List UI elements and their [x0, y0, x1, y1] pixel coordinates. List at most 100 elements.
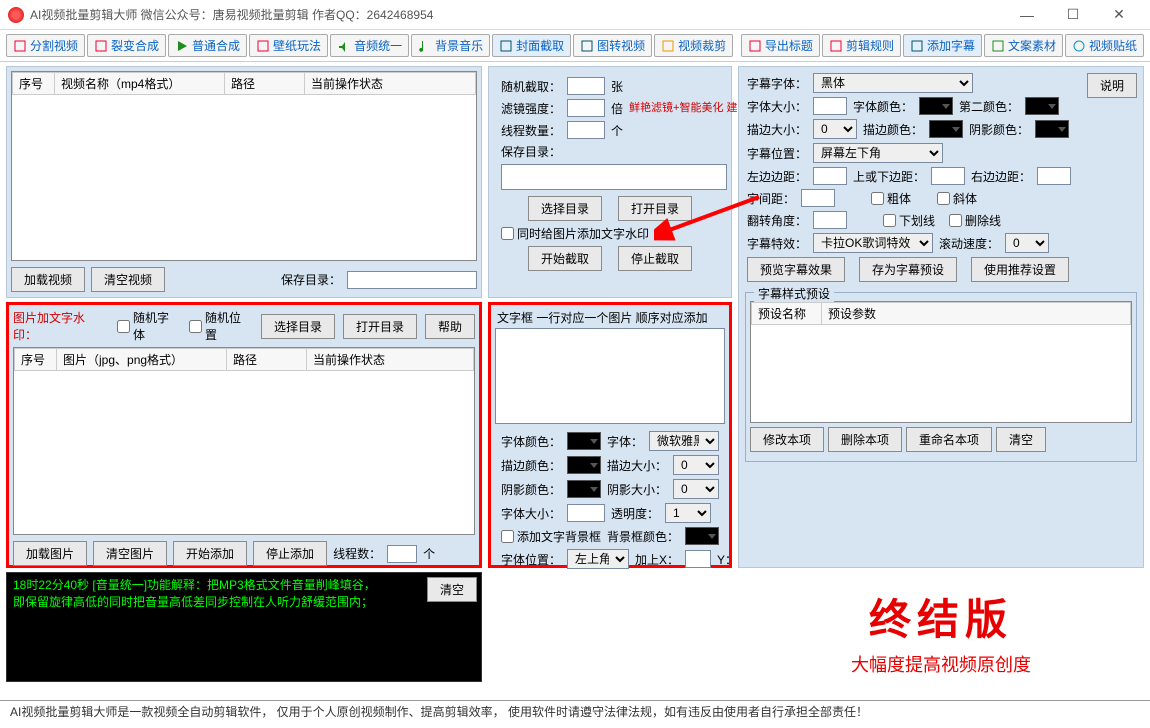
rename-preset-button[interactable]: 重命名本项	[906, 427, 992, 452]
preset-table[interactable]: 预设名称预设参数	[751, 302, 1131, 325]
wallpaper-icon	[256, 39, 270, 53]
stroke-color-picker[interactable]	[567, 456, 601, 474]
tab-export-title[interactable]: 导出标题	[741, 34, 820, 57]
random-position-checkbox[interactable]: 随机位置	[189, 309, 253, 343]
bg-color-picker[interactable]	[685, 527, 719, 545]
scroll-speed-select[interactable]: 0	[1005, 233, 1049, 253]
tab-add-subtitle[interactable]: 添加字幕	[903, 34, 982, 57]
start-capture-button[interactable]: 开始截取	[528, 246, 602, 271]
start-add-button[interactable]: 开始添加	[173, 541, 247, 566]
bold-checkbox[interactable]: 粗体	[871, 190, 911, 207]
addx-input[interactable]	[685, 550, 711, 568]
text-position-select[interactable]: 左上角	[567, 549, 629, 569]
preset-group-label: 字幕样式预设	[754, 285, 834, 302]
load-video-button[interactable]: 加载视频	[11, 267, 85, 292]
subtitle-stroke-size[interactable]: 0	[813, 119, 857, 139]
tab-edit-rules[interactable]: 剪辑规则	[822, 34, 901, 57]
watermark-text-input[interactable]	[495, 328, 725, 424]
font-color-picker[interactable]	[567, 432, 601, 450]
margin-left-input[interactable]	[813, 167, 847, 185]
cover-open-dir-button[interactable]: 打开目录	[618, 196, 692, 221]
subtitle-stroke-color[interactable]	[929, 120, 963, 138]
sticker-icon	[1072, 39, 1086, 53]
col-status: 当前操作状态	[305, 73, 476, 95]
wm-threads-input[interactable]	[387, 545, 417, 563]
stop-add-button[interactable]: 停止添加	[253, 541, 327, 566]
italic-checkbox[interactable]: 斜体	[937, 190, 977, 207]
stroke-size-select[interactable]: 0	[673, 455, 719, 475]
clear-image-button[interactable]: 清空图片	[93, 541, 167, 566]
save-dir-input[interactable]	[347, 271, 477, 289]
tab-copywriting[interactable]: 文案素材	[984, 34, 1063, 57]
video-table[interactable]: 序号 视频名称（mp4格式） 路径 当前操作状态	[12, 72, 476, 95]
load-image-button[interactable]: 加载图片	[13, 541, 87, 566]
subtitle-font-select[interactable]: 黑体	[813, 73, 973, 93]
cover-select-dir-button[interactable]: 选择目录	[528, 196, 602, 221]
promo-banner: 终结版 大幅度提高视频原创度	[738, 572, 1144, 680]
underline-checkbox[interactable]: 下划线	[883, 212, 935, 229]
wm-open-dir-button[interactable]: 打开目录	[343, 314, 417, 339]
col-path: 路径	[225, 73, 305, 95]
tab-fission[interactable]: 裂变合成	[87, 34, 166, 57]
clear-video-button[interactable]: 清空视频	[91, 267, 165, 292]
rand-capture-input[interactable]	[567, 77, 605, 95]
app-icon	[8, 7, 24, 23]
log-clear-button[interactable]: 清空	[427, 577, 477, 602]
font-select[interactable]: 微软雅黑	[649, 431, 719, 451]
footer-text: AI视频批量剪辑大师是一款视频全自动剪辑软件， 仅用于个人原创视频制作、提高剪辑…	[0, 700, 1150, 722]
recommend-button[interactable]: 使用推荐设置	[971, 257, 1069, 282]
tab-crop[interactable]: 视频裁剪	[654, 34, 733, 57]
tab-normal-merge[interactable]: 普通合成	[168, 34, 247, 57]
preview-subtitle-button[interactable]: 预览字幕效果	[747, 257, 845, 282]
subtitle-color2-picker[interactable]	[1025, 97, 1059, 115]
tab-bgm[interactable]: 背景音乐	[411, 34, 490, 57]
subtitle-size-input[interactable]	[813, 97, 847, 115]
log-line: 18时22分40秒 [音量统一]功能解释：把MP3格式文件音量削峰填谷，	[13, 577, 475, 594]
tab-cover-capture[interactable]: 封面截取	[492, 34, 571, 57]
stop-capture-button[interactable]: 停止截取	[618, 246, 692, 271]
subtitle-position-select[interactable]: 屏幕左下角	[813, 143, 943, 163]
tab-img2video[interactable]: 图转视频	[573, 34, 652, 57]
subtitle-shadow-color[interactable]	[1035, 120, 1069, 138]
spacing-input[interactable]	[801, 189, 835, 207]
audio-icon	[337, 39, 351, 53]
subtitle-color-picker[interactable]	[919, 97, 953, 115]
log-panel: 清空 18时22分40秒 [音量统一]功能解释：把MP3格式文件音量削峰填谷， …	[6, 572, 482, 682]
modify-preset-button[interactable]: 修改本项	[750, 427, 824, 452]
rules-icon	[829, 39, 843, 53]
cover-threads-input[interactable]	[567, 121, 605, 139]
margin-top-input[interactable]	[931, 167, 965, 185]
cover-save-dir-input[interactable]	[501, 164, 727, 190]
effect-select[interactable]: 卡拉OK歌词特效	[813, 233, 933, 253]
explain-button[interactable]: 说明	[1087, 73, 1137, 98]
shadow-size-select[interactable]: 0	[673, 479, 719, 499]
wm-select-dir-button[interactable]: 选择目录	[261, 314, 335, 339]
scissors-icon	[13, 39, 27, 53]
tab-audio-normalize[interactable]: 音频统一	[330, 34, 409, 57]
tab-sticker[interactable]: 视频贴纸	[1065, 34, 1144, 57]
tab-split-video[interactable]: 分割视频	[6, 34, 85, 57]
maximize-button[interactable]: ☐	[1050, 0, 1096, 30]
delete-preset-button[interactable]: 删除本项	[828, 427, 902, 452]
filter-strength-input[interactable]	[567, 99, 605, 117]
opacity-select[interactable]: 1	[665, 503, 711, 523]
rotate-input[interactable]	[813, 211, 847, 229]
random-font-checkbox[interactable]: 随机字体	[117, 309, 181, 343]
font-size-input[interactable]	[567, 504, 605, 522]
shadow-color-picker[interactable]	[567, 480, 601, 498]
margin-right-input[interactable]	[1037, 167, 1071, 185]
clear-preset-button[interactable]: 清空	[996, 427, 1046, 452]
bg-box-checkbox[interactable]: 添加文字背景框	[501, 528, 601, 545]
doc-icon	[991, 39, 1005, 53]
image-table[interactable]: 序号 图片（jpg、png格式） 路径 当前操作状态	[14, 348, 474, 371]
add-watermark-checkbox[interactable]: 同时给图片添加文字水印	[501, 225, 649, 242]
music-icon	[418, 39, 432, 53]
image-icon	[580, 39, 594, 53]
strike-checkbox[interactable]: 删除线	[949, 212, 1001, 229]
wm-help-button[interactable]: 帮助	[425, 314, 475, 339]
col-name: 视频名称（mp4格式）	[55, 73, 225, 95]
minimize-button[interactable]: —	[1004, 0, 1050, 30]
close-button[interactable]: ✕	[1096, 0, 1142, 30]
save-preset-button[interactable]: 存为字幕预设	[859, 257, 957, 282]
tab-wallpaper[interactable]: 壁纸玩法	[249, 34, 328, 57]
